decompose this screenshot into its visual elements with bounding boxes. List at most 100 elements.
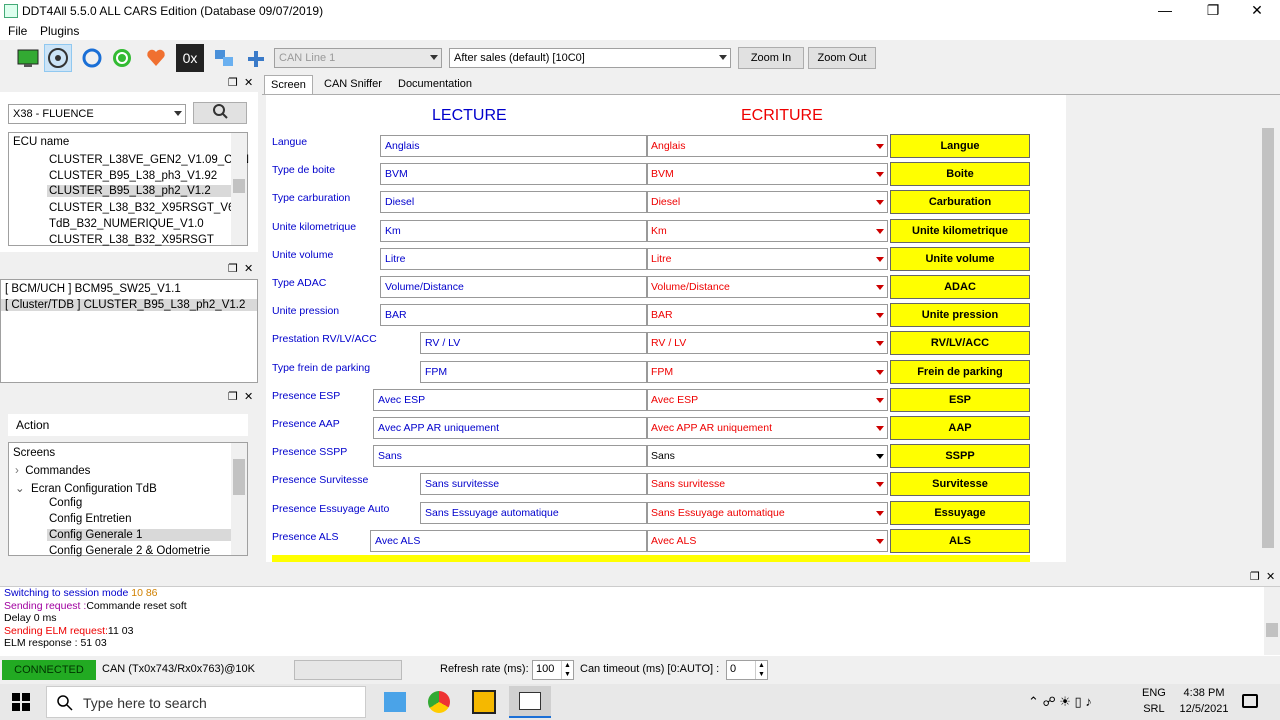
write-select[interactable]: Avec ESP — [647, 388, 888, 411]
list-item[interactable]: CLUSTER_B95_L38_ph2_V1.2 — [47, 185, 231, 197]
write-button[interactable]: Essuyage — [890, 500, 1030, 525]
timeout-input[interactable]: 0 ▲ ▼ — [726, 660, 768, 680]
write-select[interactable]: Sans Essuyage automatique — [647, 501, 888, 524]
tab-screen[interactable]: Screen — [264, 75, 313, 95]
taskbar-search[interactable]: Type here to search — [46, 686, 366, 718]
write-select[interactable]: BAR — [647, 304, 888, 327]
list-item[interactable]: CLUSTER_B95_L38_ph3_V1.92 — [49, 170, 217, 182]
close-button[interactable]: ✕ — [1234, 0, 1280, 22]
log-scrollbar[interactable] — [1264, 587, 1280, 655]
undock-icon[interactable]: ❐ — [228, 76, 238, 89]
refresh-icon[interactable] — [78, 44, 106, 72]
notification-center-icon[interactable] — [1242, 694, 1258, 708]
tree-item-commandes[interactable]: › Commandes — [15, 465, 90, 477]
close-pane-icon[interactable]: ✕ — [244, 262, 253, 275]
chevron-down-icon — [430, 55, 438, 60]
undock-icon[interactable]: ❐ — [228, 390, 238, 403]
screens-tree-scrollbar[interactable] — [231, 443, 247, 555]
undock-icon[interactable]: ❐ — [228, 262, 238, 275]
ecu-list: ECU name CLUSTER_L38VE_GEN2_V1.09_CHN CL… — [8, 132, 249, 246]
sync-icon[interactable] — [108, 44, 136, 72]
hex-icon[interactable]: 0x — [176, 44, 204, 72]
write-select[interactable]: RV / LV — [647, 332, 888, 355]
menu-file[interactable]: File — [8, 24, 27, 38]
chevron-down-icon — [876, 482, 884, 488]
write-select[interactable]: FPM — [647, 360, 888, 383]
connect-icon[interactable] — [44, 44, 72, 72]
list-item[interactable]: CLUSTER_L38_B32_X95RSGT — [49, 234, 214, 246]
write-button[interactable]: ADAC — [890, 275, 1030, 299]
write-button[interactable]: Unite volume — [890, 246, 1030, 271]
write-button[interactable]: ESP — [890, 387, 1030, 412]
list-item[interactable]: [ Cluster/TDB ] CLUSTER_B95_L38_ph2_V1.2 — [1, 299, 257, 311]
close-pane-icon[interactable]: ✕ — [244, 76, 253, 89]
close-pane-icon[interactable]: ✕ — [244, 390, 253, 403]
chrome-icon[interactable] — [428, 691, 450, 713]
write-select[interactable]: Sans — [647, 445, 888, 468]
session-select[interactable]: After sales (default) [10C0] — [449, 48, 731, 68]
write-button[interactable]: Carburation — [890, 190, 1030, 215]
write-button[interactable]: Survitesse — [890, 472, 1030, 497]
minimize-button[interactable]: — — [1142, 0, 1188, 22]
plugin-icon[interactable] — [242, 44, 270, 72]
search-ecu-button[interactable] — [193, 102, 247, 124]
tree-item[interactable]: Config Generale 2 & Odometrie — [49, 545, 210, 557]
chevron-right-icon: › — [15, 465, 19, 477]
tree-item[interactable]: Config Generale 1 — [47, 529, 231, 541]
undock-icon[interactable]: ❐ — [1250, 570, 1260, 583]
field-label: Unite pression — [272, 305, 340, 318]
tab-documentation[interactable]: Documentation — [392, 75, 478, 95]
connection-status: CONNECTED — [2, 660, 96, 680]
heartbeat-icon[interactable] — [142, 44, 170, 72]
ddt4all-task[interactable] — [509, 686, 551, 718]
can-info: CAN (Tx0x743/Rx0x763)@10K — [102, 663, 256, 675]
windows-start-icon[interactable] — [12, 693, 30, 714]
write-select[interactable]: Km — [647, 219, 888, 242]
app-icon-yellow[interactable] — [472, 690, 496, 714]
write-button[interactable]: SSPP — [890, 444, 1030, 469]
notification-icons[interactable]: ⌃ ☍ ☀ ▯ ♪ — [1028, 694, 1092, 710]
list-item[interactable]: CLUSTER_L38VE_GEN2_V1.09_CHN — [49, 154, 249, 166]
write-select[interactable]: BVM — [647, 163, 888, 186]
zoom-in-button[interactable]: Zoom In — [738, 47, 804, 69]
vehicle-select[interactable]: X38 - FLUENCE — [8, 104, 186, 124]
tree-item[interactable]: Config — [49, 497, 82, 509]
menu-plugins[interactable]: Plugins — [40, 24, 79, 38]
refresh-rate-input[interactable]: 100 ▲ ▼ — [532, 660, 574, 680]
write-select[interactable]: Volume/Distance — [647, 276, 888, 298]
write-button[interactable]: RV/LV/ACC — [890, 331, 1030, 356]
ecu-list-scrollbar[interactable] — [231, 133, 247, 245]
can-line-select[interactable]: CAN Line 1 — [274, 48, 442, 68]
file-explorer-icon[interactable] — [384, 692, 406, 712]
list-item[interactable]: CLUSTER_L38_B32_X95RSGT_V6.0 — [49, 202, 244, 214]
spin-icon[interactable]: ▲ ▼ — [561, 661, 573, 679]
list-item[interactable]: [ BCM/UCH ] BCM95_SW25_V1.1 — [5, 283, 181, 295]
write-button[interactable]: AAP — [890, 416, 1030, 440]
screen-scrollbar[interactable] — [1260, 96, 1276, 562]
write-button[interactable]: ALS — [890, 528, 1030, 553]
write-select[interactable]: Litre — [647, 247, 888, 270]
write-select[interactable]: Avec ALS — [647, 529, 888, 552]
maximize-button[interactable]: ❐ — [1190, 0, 1236, 22]
write-button[interactable]: Langue — [890, 134, 1030, 158]
write-select[interactable]: Avec APP AR uniquement — [647, 417, 888, 439]
write-button[interactable]: Unite kilometrique — [890, 218, 1030, 243]
write-select[interactable]: Anglais — [647, 135, 888, 157]
zoom-out-button[interactable]: Zoom Out — [808, 47, 876, 69]
tree-item[interactable]: Config Entretien — [49, 513, 131, 525]
tab-can-sniffer[interactable]: CAN Sniffer — [318, 75, 388, 95]
language-indicator[interactable]: ENG SRL — [1142, 687, 1166, 715]
write-button[interactable]: Frein de parking — [890, 359, 1030, 384]
clock[interactable]: 4:38 PM 12/5/2021 — [1176, 687, 1232, 715]
tree-item-ecran-config[interactable]: ⌄ Ecran Configuration TdB — [15, 481, 157, 495]
write-select[interactable]: Diesel — [647, 191, 888, 214]
spin-icon[interactable]: ▲ ▼ — [755, 661, 767, 679]
list-item[interactable]: TdB_B32_NUMERIQUE_V1.0 — [49, 218, 204, 230]
write-button[interactable]: Boite — [890, 162, 1030, 187]
monitor-icon[interactable] — [14, 44, 42, 72]
read-value: Anglais — [380, 135, 647, 157]
write-select[interactable]: Sans survitesse — [647, 473, 888, 496]
close-pane-icon[interactable]: ✕ — [1266, 570, 1275, 583]
write-button[interactable]: Unite pression — [890, 303, 1030, 328]
ecu-scan-icon[interactable] — [210, 44, 238, 72]
